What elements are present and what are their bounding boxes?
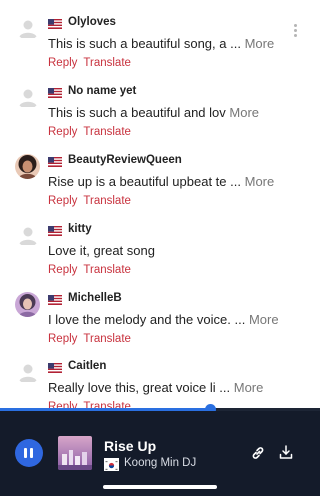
default-avatar-icon[interactable] bbox=[16, 85, 40, 109]
track-title[interactable]: Rise Up bbox=[104, 438, 156, 454]
default-avatar-icon[interactable] bbox=[16, 223, 40, 247]
us-flag-icon bbox=[48, 19, 62, 29]
album-art[interactable] bbox=[58, 436, 92, 470]
more-link[interactable]: More bbox=[245, 174, 275, 189]
translate-button[interactable]: Translate bbox=[83, 195, 131, 207]
reply-button[interactable]: Reply bbox=[48, 195, 77, 207]
comment-item: BeautyReviewQueen Rise up is a beautiful… bbox=[0, 150, 320, 210]
comment-item: Olyloves This is such a beautiful song, … bbox=[0, 12, 320, 72]
comment-item: No name yet This is such a beautiful and… bbox=[0, 81, 320, 141]
comment-actions: Reply Translate bbox=[48, 57, 137, 69]
comment-text: This is such a beautiful song, a ... Mor… bbox=[48, 36, 275, 51]
comment-actions: Reply Translate bbox=[48, 333, 137, 345]
comment-item: Caitlen Really love this, great voice li… bbox=[0, 356, 320, 410]
more-link[interactable]: More bbox=[245, 36, 275, 51]
comments-list: Olyloves This is such a beautiful song, … bbox=[0, 0, 320, 410]
comment-username[interactable]: Olyloves bbox=[68, 16, 116, 28]
more-link[interactable]: More bbox=[234, 380, 264, 395]
translate-button[interactable]: Translate bbox=[83, 264, 131, 276]
us-flag-icon bbox=[48, 157, 62, 167]
photo-avatar-icon[interactable] bbox=[15, 154, 40, 179]
comment-text: Love it, great song bbox=[48, 243, 155, 258]
more-link[interactable]: More bbox=[249, 312, 279, 327]
korea-flag-icon bbox=[104, 458, 119, 471]
translate-button[interactable]: Translate bbox=[83, 126, 131, 138]
comment-text: I love the melody and the voice. ... Mor… bbox=[48, 312, 279, 327]
comment-username[interactable]: MichelleB bbox=[68, 292, 122, 304]
more-link[interactable]: More bbox=[229, 105, 259, 120]
mini-player: Rise Up Koong Min DJ bbox=[0, 411, 320, 496]
comment-username[interactable]: Caitlen bbox=[68, 360, 106, 372]
reply-button[interactable]: Reply bbox=[48, 333, 77, 345]
comment-actions: Reply Translate bbox=[48, 264, 137, 276]
reply-button[interactable]: Reply bbox=[48, 126, 77, 138]
us-flag-icon bbox=[48, 226, 62, 236]
comment-actions: Reply Translate bbox=[48, 195, 137, 207]
more-options-icon[interactable] bbox=[290, 24, 300, 42]
photo-avatar-icon[interactable] bbox=[15, 292, 40, 317]
comment-text: Really love this, great voice li ... Mor… bbox=[48, 380, 264, 395]
comment-username[interactable]: kitty bbox=[68, 223, 92, 235]
reply-button[interactable]: Reply bbox=[48, 264, 77, 276]
us-flag-icon bbox=[48, 88, 62, 98]
download-icon[interactable] bbox=[278, 444, 294, 460]
translate-button[interactable]: Translate bbox=[83, 57, 131, 69]
comment-username[interactable]: BeautyReviewQueen bbox=[68, 154, 182, 166]
us-flag-icon bbox=[48, 295, 62, 305]
comment-item: kitty Love it, great song Reply Translate bbox=[0, 219, 320, 279]
us-flag-icon bbox=[48, 363, 62, 373]
default-avatar-icon[interactable] bbox=[16, 16, 40, 40]
default-avatar-icon[interactable] bbox=[16, 360, 40, 384]
comment-username[interactable]: No name yet bbox=[68, 85, 136, 97]
comment-actions: Reply Translate bbox=[48, 126, 137, 138]
comment-text: Rise up is a beautiful upbeat te ... Mor… bbox=[48, 174, 275, 189]
reply-button[interactable]: Reply bbox=[48, 57, 77, 69]
comment-text: This is such a beautiful and lov More bbox=[48, 105, 260, 120]
translate-button[interactable]: Translate bbox=[83, 333, 131, 345]
artist-name[interactable]: Koong Min DJ bbox=[124, 457, 196, 469]
home-indicator[interactable] bbox=[103, 485, 217, 489]
link-icon[interactable] bbox=[250, 445, 266, 461]
pause-button[interactable] bbox=[15, 439, 43, 467]
comment-item: MichelleB I love the melody and the voic… bbox=[0, 288, 320, 348]
